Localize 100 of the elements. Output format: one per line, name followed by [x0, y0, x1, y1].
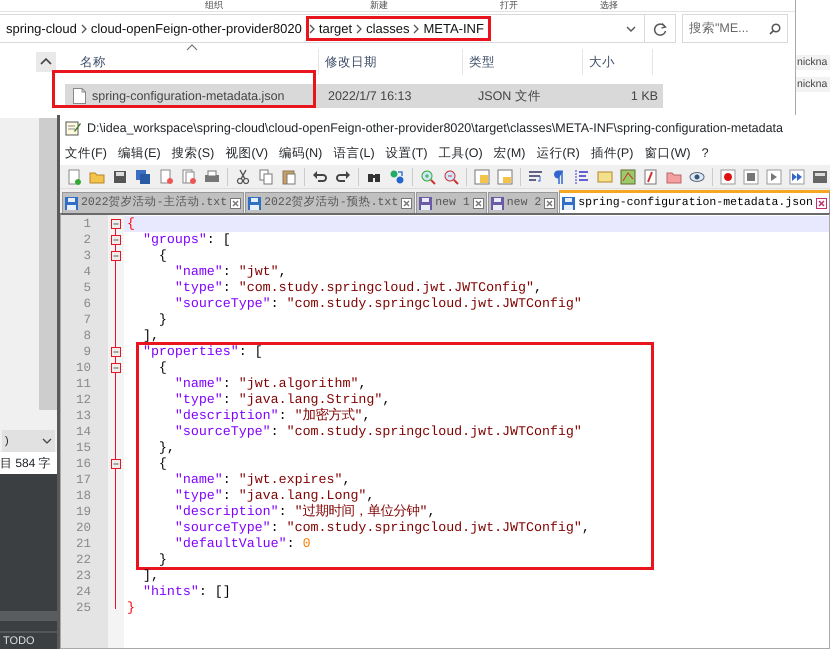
code-line: "sourceType": "com.study.springcloud.jwt.JWTConfig" [174, 296, 583, 312]
line-number: 20 [74, 520, 92, 536]
code-line: { [158, 248, 168, 264]
line-number: 24 [74, 584, 92, 600]
scroll-up-icon[interactable] [36, 52, 56, 72]
address-bar[interactable]: spring-cloud cloud-openFeign-other-provider8020 target classes META-INF [0, 14, 676, 43]
menu-item[interactable]: 编码(N) [278, 144, 322, 162]
menu-item[interactable]: 搜索(S) [172, 144, 214, 162]
map-icon[interactable] [620, 168, 636, 184]
dropdown[interactable]: ) [2, 430, 55, 452]
code-line: ], [142, 568, 160, 584]
file-tab[interactable]: new 1 [416, 192, 487, 213]
status-text: 目 584 字 [0, 452, 57, 474]
menu-item[interactable]: 语言(L) [333, 144, 375, 162]
column-header[interactable]: 类型 [463, 49, 583, 75]
zoom-out-icon[interactable] [443, 168, 459, 184]
breadcrumb-item[interactable]: cloud-openFeign-other-provider8020 [86, 18, 306, 38]
menu-item[interactable]: 视图(V) [225, 144, 268, 162]
chevron-icon [413, 24, 420, 34]
new-file-icon[interactable] [66, 168, 82, 184]
scrollbar-thumb[interactable] [39, 118, 57, 410]
code-line: }, [158, 440, 176, 456]
menu-item[interactable]: 设置(T) [386, 144, 428, 162]
line-number: 8 [82, 328, 92, 344]
file-tab[interactable]: spring-configuration-metadata.json [559, 190, 830, 213]
copy-icon[interactable] [258, 168, 274, 184]
list-item[interactable]: nickna [796, 55, 830, 70]
close-files-icon[interactable] [181, 168, 197, 184]
printer-icon[interactable] [204, 168, 220, 184]
redo-icon[interactable] [335, 168, 351, 184]
chevron-icon [80, 24, 87, 34]
undo-icon[interactable] [312, 168, 328, 184]
ribbon-label[interactable]: 新建 [370, 0, 388, 11]
refresh-icon[interactable] [653, 22, 667, 36]
column-header[interactable]: 名称 [64, 49, 319, 75]
close-icon[interactable] [472, 198, 484, 208]
close-icon[interactable] [230, 198, 242, 208]
line-number: 1 [82, 216, 92, 232]
fast-forward-icon[interactable] [789, 168, 805, 184]
file-tab[interactable]: 2022贺岁活动-主活动.txt [62, 192, 244, 213]
file-type: JSON 文件 [478, 88, 542, 105]
code-line: "hints": [] [142, 584, 232, 600]
ribbon-label[interactable]: 组织 [205, 0, 223, 11]
window-title: D:\idea_workspace\spring-cloud\cloud-openFeign-other-provider8020\target\classes\META-INF\spring-configuration-metadata [87, 120, 783, 137]
menu-item[interactable]: 窗口(W) [644, 144, 691, 162]
close-icon[interactable] [816, 198, 827, 208]
code-line: "properties": [ [142, 344, 264, 360]
line-number: 9 [82, 344, 92, 360]
column-header[interactable]: 大小 [583, 49, 653, 75]
breadcrumb-item[interactable]: classes [362, 18, 414, 38]
code-line: "type": "com.study.springcloud.jwt.JWTConfig", [174, 280, 543, 296]
word-wrap-icon[interactable] [528, 168, 544, 184]
scrollbar[interactable] [0, 611, 57, 621]
fold-minus-icon[interactable] [111, 363, 121, 373]
file-tab[interactable]: 2022贺岁活动-预热.txt [245, 192, 416, 213]
list-item[interactable]: nickna [796, 77, 830, 92]
column-header[interactable]: 修改日期 [319, 49, 463, 75]
file-tab[interactable]: new 2 [488, 192, 558, 213]
play-icon[interactable] [766, 168, 782, 184]
menu-item[interactable]: 插件(P) [590, 144, 634, 162]
zoom-in-icon[interactable] [420, 168, 436, 184]
menu-item[interactable]: 宏(M) [494, 144, 526, 162]
clipboard-icon[interactable] [281, 168, 297, 184]
code-line: } [126, 600, 136, 616]
breadcrumb-item[interactable]: META-INF [419, 18, 488, 38]
file-row[interactable]: spring-configuration-metadata.json 2022/1/7 16:13 JSON 文件 1 KB [65, 84, 663, 108]
code-line: { [158, 360, 168, 376]
fold-minus-icon[interactable] [111, 219, 121, 229]
stop-icon[interactable] [743, 168, 759, 184]
close-file-icon[interactable] [158, 168, 174, 184]
menu-item[interactable]: 编辑(E) [118, 144, 161, 162]
indent-guide-icon[interactable] [574, 168, 590, 184]
fold-minus-icon[interactable] [111, 251, 121, 261]
fold-minus-icon[interactable] [111, 235, 121, 245]
menu-item[interactable]: 文件(F) [65, 144, 107, 162]
floppy-icon[interactable] [112, 168, 128, 184]
fold-minus-icon[interactable] [111, 459, 121, 469]
code-line: "sourceType": "com.study.springcloud.jwt.JWTConfig" [174, 424, 583, 440]
menu-item[interactable]: 运行(R) [536, 144, 580, 162]
record-icon[interactable] [720, 168, 736, 184]
dropdown-icon[interactable] [626, 26, 636, 32]
notepad-icon [65, 120, 81, 136]
fold-minus-icon[interactable] [111, 347, 121, 357]
ribbon-label[interactable]: 打开 [500, 0, 518, 11]
breadcrumb-item[interactable]: spring-cloud [2, 18, 81, 38]
menu-item[interactable]: ? [702, 144, 709, 162]
menu-item[interactable]: 工具(O) [438, 144, 483, 162]
breadcrumb-item[interactable]: target [314, 18, 356, 38]
code-line: "sourceType": "com.study.springcloud.jwt.JWTConfig", [174, 520, 591, 536]
close-icon[interactable] [401, 198, 412, 208]
line-number: 4 [82, 264, 92, 280]
close-icon[interactable] [544, 198, 556, 208]
line-number: 23 [74, 568, 92, 584]
code-line: "groups": [ [142, 232, 232, 248]
code-line: "type": "java.lang.String", [174, 392, 392, 408]
search-field[interactable]: 搜索"ME... [682, 14, 788, 43]
scissors-icon[interactable] [235, 168, 251, 184]
ribbon-label[interactable]: 选择 [600, 0, 618, 11]
line-number: 19 [74, 504, 92, 520]
line-number: 25 [74, 600, 92, 616]
